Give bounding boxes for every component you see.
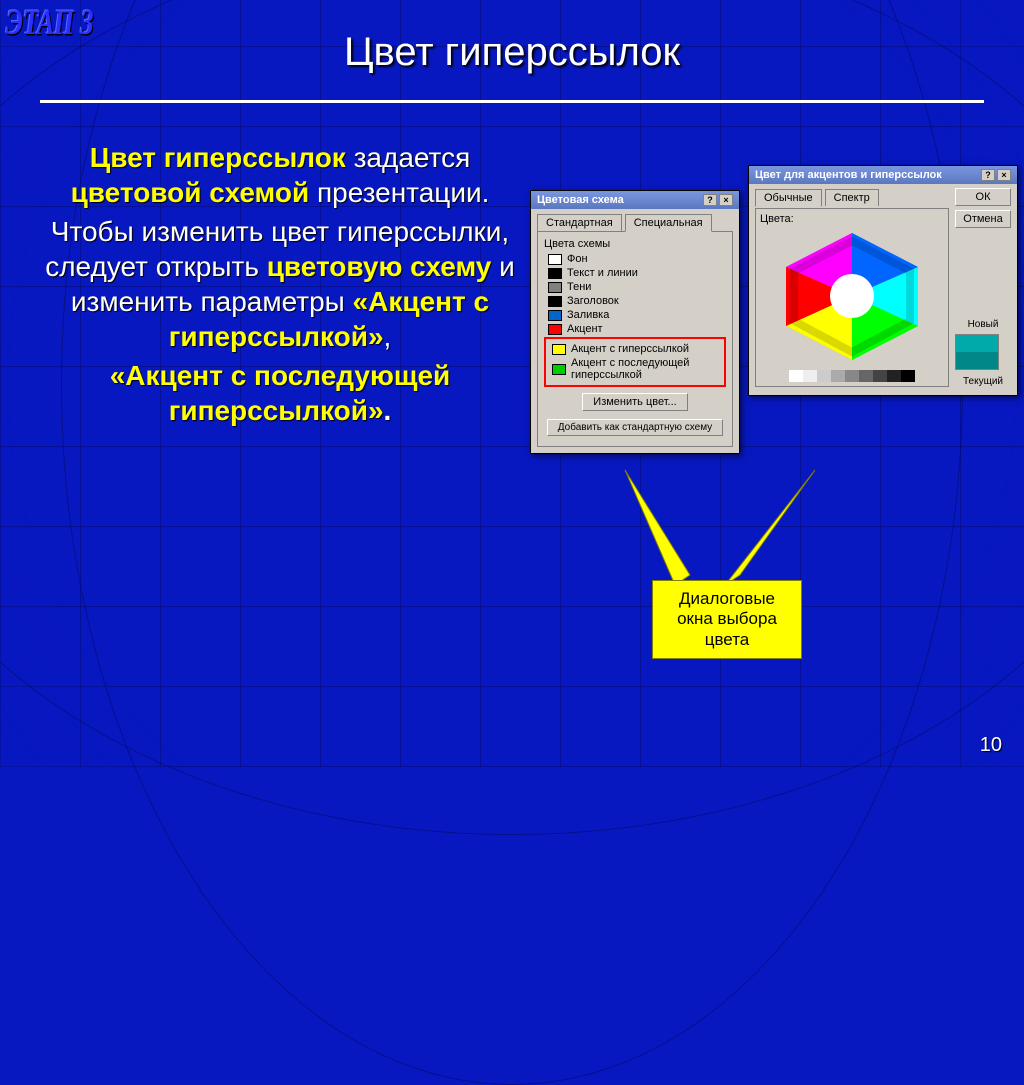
ok-button[interactable]: ОК xyxy=(955,188,1011,206)
window-controls: ?× xyxy=(979,169,1011,181)
color-preview xyxy=(955,334,999,370)
color-scheme-dialog: Цветовая схема ?× Стандартная Специальна… xyxy=(530,190,740,454)
group-label: Цвета схемы xyxy=(544,238,726,250)
tab-standard[interactable]: Стандартная xyxy=(537,214,622,231)
scheme-item[interactable]: Заливка xyxy=(544,309,726,321)
help-icon[interactable]: ? xyxy=(703,194,717,206)
new-label: Новый xyxy=(955,319,1011,330)
dialog-title: Цвет для акцентов и гиперссылок xyxy=(755,169,942,181)
color-picker-dialog: Цвет для акцентов и гиперссылок ?× Обычн… xyxy=(748,165,1018,396)
scheme-item[interactable]: Акцент с гиперссылкой xyxy=(548,343,722,355)
window-controls: ?× xyxy=(701,194,733,206)
scheme-item[interactable]: Акцент xyxy=(544,323,726,335)
dialog-titlebar: Цвет для акцентов и гиперссылок ?× xyxy=(749,166,1017,184)
scheme-item[interactable]: Заголовок xyxy=(544,295,726,307)
help-icon[interactable]: ? xyxy=(981,169,995,181)
hex-color-picker[interactable] xyxy=(775,229,930,364)
dialog-title: Цветовая схема xyxy=(537,194,624,206)
scheme-item[interactable]: Акцент с последующей гиперссылкой xyxy=(548,357,722,381)
cancel-button[interactable]: Отмена xyxy=(955,210,1011,228)
current-label: Текущий xyxy=(955,376,1011,387)
add-scheme-button[interactable]: Добавить как стандартную схему xyxy=(547,419,723,436)
greyscale-row[interactable] xyxy=(760,370,944,382)
colors-label: Цвета: xyxy=(760,213,944,225)
slide-title: Цвет гиперссылок xyxy=(0,30,1024,75)
scheme-list: Фон Текст и линии Тени Заголовок Заливка… xyxy=(544,253,726,387)
highlighted-items: Акцент с гиперссылкой Акцент с последующ… xyxy=(544,337,726,387)
hl-text: Цвет гиперссылок xyxy=(90,142,346,173)
dialog-titlebar: Цветовая схема ?× xyxy=(531,191,739,209)
close-icon[interactable]: × xyxy=(997,169,1011,181)
tab-usual[interactable]: Обычные xyxy=(755,189,822,207)
title-divider xyxy=(40,100,984,103)
callout-label: Диалоговые окна выбора цвета xyxy=(652,580,802,659)
close-icon[interactable]: × xyxy=(719,194,733,206)
scheme-item[interactable]: Фон xyxy=(544,253,726,265)
tabs: Стандартная Специальная xyxy=(537,213,733,231)
scheme-item[interactable]: Тени xyxy=(544,281,726,293)
tab-spectrum[interactable]: Спектр xyxy=(825,189,879,206)
scheme-panel: Цвета схемы Фон Текст и линии Тени Загол… xyxy=(537,231,733,447)
tab-custom[interactable]: Специальная xyxy=(625,214,712,232)
change-color-button[interactable]: Изменить цвет... xyxy=(582,393,687,411)
body-text: Цвет гиперссылок задается цветовой схемо… xyxy=(40,140,520,428)
page-number: 10 xyxy=(980,734,1002,757)
scheme-item[interactable]: Текст и линии xyxy=(544,267,726,279)
